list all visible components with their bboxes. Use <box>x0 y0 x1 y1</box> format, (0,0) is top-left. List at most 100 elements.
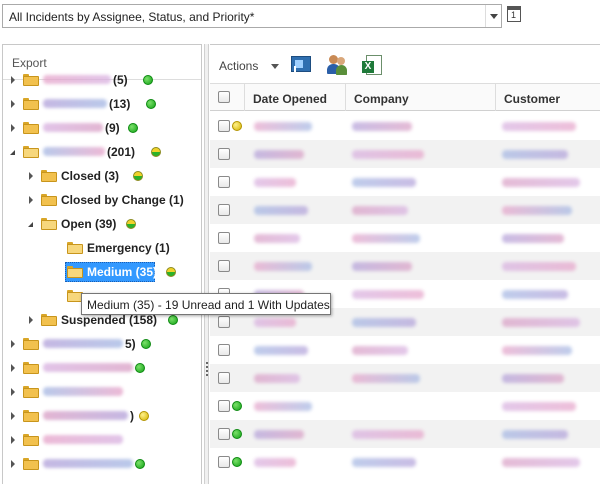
collapse-arrow-icon[interactable] <box>28 222 33 227</box>
expand-arrow-icon[interactable] <box>11 388 15 396</box>
redacted-cell <box>254 318 296 327</box>
tree-node[interactable]: 5) <box>3 334 201 354</box>
row-checkbox[interactable] <box>218 232 230 244</box>
grid-header: Date Opened Company Customer <box>210 83 600 111</box>
status-mixed-icon <box>165 267 176 277</box>
view-toolbar: All Incidents by Assignee, Status, and P… <box>0 0 600 34</box>
expand-arrow-icon[interactable] <box>11 436 15 444</box>
tree-node[interactable]: (5) <box>3 70 201 90</box>
row-checkbox[interactable] <box>218 120 230 132</box>
table-row[interactable] <box>210 140 600 168</box>
actions-menu-label[interactable]: Actions <box>219 59 258 73</box>
folder-icon <box>23 146 39 158</box>
redacted-cell <box>352 346 408 355</box>
node-count: 5) <box>125 337 136 351</box>
row-checkbox[interactable] <box>218 260 230 272</box>
column-header-company[interactable]: Company <box>346 84 496 111</box>
folder-icon <box>41 218 57 230</box>
tree-node[interactable] <box>3 454 201 474</box>
assign-incident-icon[interactable] <box>290 54 312 76</box>
expand-arrow-icon[interactable] <box>29 172 33 180</box>
tree-node[interactable]: (9) <box>3 118 201 138</box>
row-checkbox[interactable] <box>218 316 230 328</box>
tree-node[interactable]: (13) <box>3 94 201 114</box>
actions-dropdown-arrow-icon[interactable] <box>271 64 279 69</box>
folder-icon <box>23 74 39 86</box>
chevron-down-icon[interactable] <box>485 5 501 27</box>
expand-arrow-icon[interactable] <box>29 196 33 204</box>
tree-node[interactable]: Emergency (1) <box>3 238 201 258</box>
column-header-customer[interactable]: Customer <box>496 84 600 111</box>
status-green-icon <box>232 429 242 439</box>
redacted-assignee-name <box>43 411 128 420</box>
table-row[interactable] <box>210 168 600 196</box>
tree-node[interactable] <box>3 358 201 378</box>
tree-node[interactable]: Open (39) <box>3 214 201 234</box>
redacted-assignee-name <box>43 459 133 468</box>
table-row[interactable] <box>210 252 600 280</box>
status-green-icon <box>128 123 138 133</box>
expand-arrow-icon[interactable] <box>11 76 15 84</box>
expand-arrow-icon[interactable] <box>11 412 15 420</box>
table-row[interactable] <box>210 364 600 392</box>
expand-arrow-icon[interactable] <box>11 364 15 372</box>
redacted-cell <box>254 150 304 159</box>
row-checkbox[interactable] <box>218 204 230 216</box>
table-row[interactable] <box>210 196 600 224</box>
tree-node[interactable]: Closed by Change (1) <box>3 190 201 210</box>
redacted-cell <box>502 206 572 215</box>
row-checkbox[interactable] <box>218 176 230 188</box>
table-row[interactable] <box>210 112 600 140</box>
folder-icon <box>23 122 39 134</box>
redacted-assignee-name <box>43 123 103 132</box>
tree-node[interactable]: Closed (3) <box>3 166 201 186</box>
redacted-cell <box>352 206 408 215</box>
status-green-icon <box>135 363 145 373</box>
splitter-grip-icon[interactable] <box>206 362 208 376</box>
row-checkbox[interactable] <box>218 400 230 412</box>
row-checkbox[interactable] <box>218 344 230 356</box>
reassign-users-icon[interactable] <box>326 54 348 76</box>
table-row[interactable] <box>210 224 600 252</box>
expand-arrow-icon[interactable] <box>11 340 15 348</box>
expand-arrow-icon[interactable] <box>29 316 33 324</box>
row-checkbox[interactable] <box>218 428 230 440</box>
calendar-icon[interactable]: 1 <box>507 6 521 22</box>
folder-icon <box>23 386 39 398</box>
redacted-assignee-name <box>43 75 111 84</box>
table-row[interactable] <box>210 336 600 364</box>
table-row[interactable] <box>210 448 600 476</box>
expand-arrow-icon[interactable] <box>11 460 15 468</box>
folder-icon <box>23 458 39 470</box>
export-link[interactable]: Export <box>12 56 47 70</box>
table-row[interactable] <box>210 392 600 420</box>
row-checkbox[interactable] <box>218 148 230 160</box>
redacted-cell <box>254 458 296 467</box>
folder-icon <box>67 266 83 278</box>
status-green-icon <box>232 401 242 411</box>
view-selector-dropdown[interactable]: All Incidents by Assignee, Status, and P… <box>2 4 502 28</box>
column-header-date-opened[interactable]: Date Opened <box>245 84 346 111</box>
status-yellow-icon <box>232 121 242 131</box>
tooltip-text: Medium (35) - 19 Unread and 1 With Updat… <box>87 298 330 312</box>
redacted-assignee-name <box>43 435 123 444</box>
select-all-checkbox[interactable] <box>218 91 230 103</box>
collapse-arrow-icon[interactable] <box>10 150 15 155</box>
tree-node[interactable] <box>3 382 201 402</box>
export-excel-icon[interactable]: X <box>362 54 384 76</box>
expand-arrow-icon[interactable] <box>11 124 15 132</box>
panel-splitter[interactable] <box>204 44 209 484</box>
node-count: (13) <box>109 97 131 111</box>
tree-node[interactable] <box>3 430 201 450</box>
tree-node[interactable]: (201) <box>3 142 201 162</box>
redacted-cell <box>254 346 308 355</box>
expand-arrow-icon[interactable] <box>11 100 15 108</box>
tree-node[interactable]: ) <box>3 406 201 426</box>
row-checkbox[interactable] <box>218 456 230 468</box>
tree-node-selected[interactable]: Medium (35) <box>3 262 201 282</box>
node-label: Closed (3) <box>61 169 120 183</box>
redacted-cell <box>352 290 424 299</box>
row-checkbox[interactable] <box>218 372 230 384</box>
status-green-icon <box>232 457 242 467</box>
table-row[interactable] <box>210 420 600 448</box>
